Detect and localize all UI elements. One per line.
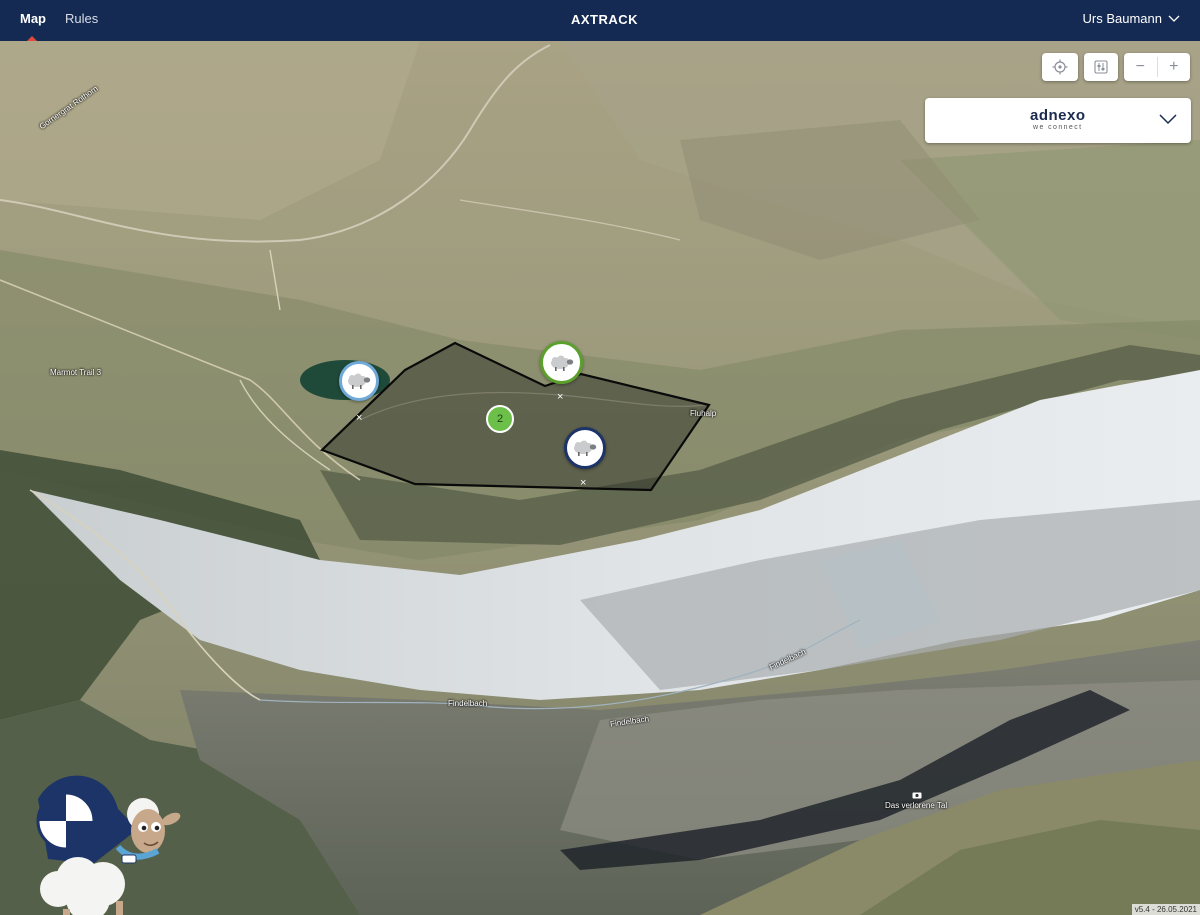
marker-remove-icon[interactable]: ×: [557, 391, 563, 403]
organization-logo: adnexo we connect: [1030, 107, 1086, 132]
marker-remove-icon[interactable]: ×: [356, 412, 362, 424]
sheep-marker[interactable]: [339, 361, 379, 401]
sheep-icon: [550, 355, 573, 371]
filter-icon: [1094, 60, 1108, 74]
user-menu[interactable]: Urs Baumann: [1083, 11, 1180, 26]
organization-selector[interactable]: adnexo we connect: [925, 98, 1191, 143]
zoom-out-button[interactable]: −: [1124, 53, 1157, 81]
organization-name: adnexo: [1030, 107, 1086, 124]
stream-label: Findelbach: [448, 699, 488, 708]
nav-map-tab[interactable]: Map: [20, 11, 46, 26]
zoom-control: − +: [1124, 53, 1190, 81]
top-navigation: Map Rules AXTRACK Urs Baumann: [0, 0, 1200, 41]
sheep-marker[interactable]: [540, 341, 583, 384]
camera-icon: [912, 792, 922, 799]
organization-tagline: we connect: [1033, 124, 1083, 131]
nav-rules-tab[interactable]: Rules: [65, 11, 98, 26]
active-tab-indicator: [27, 36, 37, 41]
version-label: v5.4 - 26.05.2021: [1131, 904, 1200, 915]
sheep-icon: [348, 373, 371, 389]
map-view[interactable]: Marmot Trail 3 Fluhalp Findelbach Findel…: [0, 41, 1200, 915]
marker-remove-icon[interactable]: ×: [580, 477, 586, 489]
locate-button[interactable]: [1042, 53, 1078, 81]
trail-label: Marmot Trail 3: [50, 368, 102, 377]
chevron-down-icon: [1168, 15, 1180, 22]
locate-icon: [1052, 59, 1068, 75]
viewpoint-label: Das verlorene Tal: [885, 801, 948, 810]
sheep-marker[interactable]: [564, 427, 606, 469]
chevron-down-icon: [1159, 114, 1177, 125]
user-name: Urs Baumann: [1082, 11, 1162, 26]
hut-label: Fluhalp: [690, 409, 717, 418]
zoom-in-button[interactable]: +: [1157, 53, 1190, 81]
mascot-sheep-illustration: [36, 775, 181, 915]
filter-button[interactable]: [1084, 53, 1118, 81]
cluster-marker[interactable]: 2: [486, 405, 514, 433]
brand-logo: AXTRACK: [571, 12, 639, 27]
sheep-icon: [574, 440, 597, 456]
